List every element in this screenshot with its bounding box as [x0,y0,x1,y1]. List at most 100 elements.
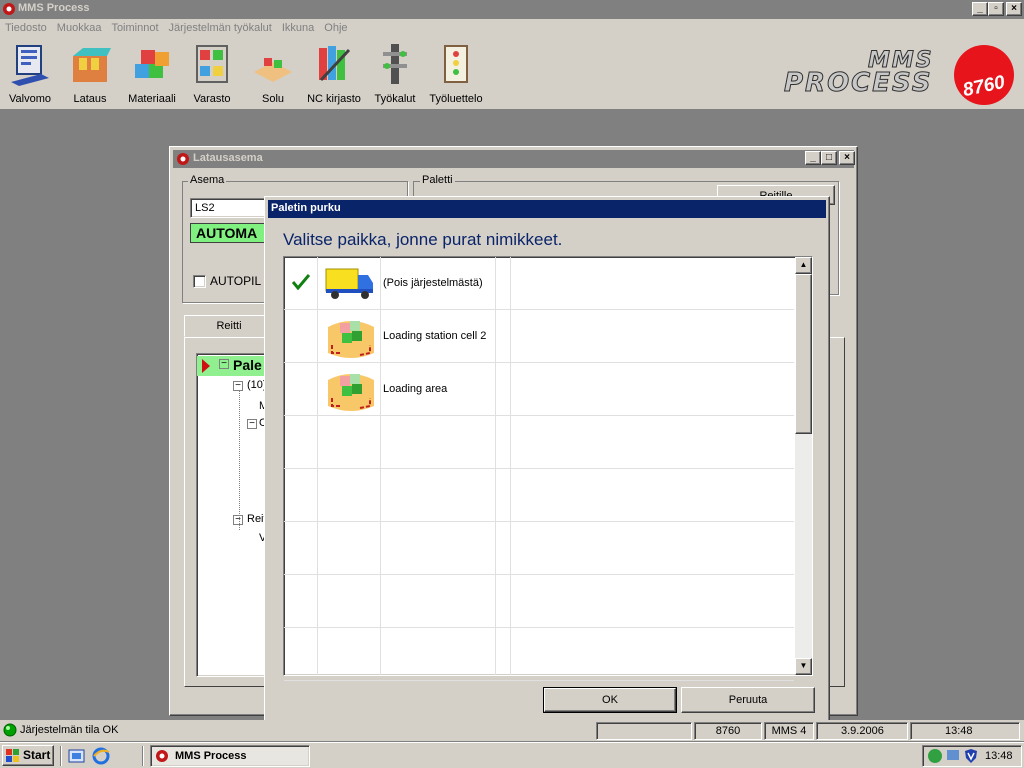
menu-toiminnot[interactable]: Toiminnot [106,19,163,37]
dialog-titlebar[interactable]: Paletin purku [268,200,826,218]
ok-button-frame[interactable]: OK [543,687,677,713]
list-item-empty[interactable] [284,522,794,575]
loading-area-icon [328,374,374,411]
tray-clock: 13:48 [985,750,1013,762]
shield-icon[interactable] [963,748,979,764]
toolbar-tyoluettelo-button[interactable]: Työluettelo [424,42,488,105]
destination-list[interactable]: (Pois järjestelmästä) Loading station ce… [283,256,813,681]
app-title: MMS Process [18,2,90,14]
menu-ikkuna[interactable]: Ikkuna [277,19,319,37]
list-item-label: Loading area [383,383,448,395]
list-item-empty[interactable] [284,628,794,681]
minimize-button[interactable]: _ [972,2,988,16]
toolbar-label: Valvomo [9,93,51,105]
nc-library-icon [319,46,351,82]
scroll-thumb[interactable] [795,274,812,434]
list-item-empty[interactable] [284,469,794,522]
status-bar: Järjestelmän tila OK 8760 MMS 4 3.9.2006… [0,720,1024,741]
app-icon [3,3,15,15]
company-logo: MMS PROCESS 8760 [782,44,1022,106]
latausasema-titlebar[interactable]: Latausasema _ □ × [173,150,855,168]
toolbar-label: Solu [261,93,285,105]
toolbar-label: Materiaali [128,93,176,105]
system-tray: 13:48 [922,745,1022,767]
toolbar-label: NC kirjasto [307,93,361,105]
status-code: 8760 [694,722,762,740]
list-item-empty[interactable] [284,575,794,628]
toolbar-lataus-button[interactable]: Lataus [58,42,122,105]
toolbar-solu-button[interactable]: Solu [241,42,305,105]
restore-button[interactable]: ▫ [988,2,1004,16]
latausasema-title: Latausasema [193,152,263,164]
toolbar-nc-kirjasto-button[interactable]: NC kirjasto [302,42,366,105]
toolbar-materiaali-button[interactable]: Materiaali [120,42,184,105]
tree-collapse-icon[interactable]: − [233,515,243,525]
tree-line [239,390,240,530]
mode-indicator: AUTOMA [190,223,268,243]
autopilot-label: AUTOPIL [210,274,262,288]
internet-explorer-icon[interactable] [92,747,110,765]
minimize-button[interactable]: _ [805,151,821,165]
worklist-icon [444,45,468,83]
route-tree[interactable]: − Pale − (10) M − O − Reit V [196,353,272,677]
main-toolbar: Valvomo Lataus Materiaali Varasto Solu N… [0,38,1024,110]
app-titlebar[interactable]: MMS Process _ ▫ × [0,0,1024,19]
close-button[interactable]: × [839,151,855,165]
menu-jarjestelman-tyokalut[interactable]: Järjestelmän työkalut [164,19,277,37]
paletti-label: Paletti [420,174,455,186]
list-item[interactable]: Loading station cell 2 [284,310,794,363]
storage-icon [196,45,228,83]
loading-area-icon [328,321,374,358]
status-time: 13:48 [910,722,1020,740]
maximize-button[interactable]: □ [821,151,837,165]
tab-reitti[interactable]: Reitti [184,315,274,337]
toolbar-tyokalut-button[interactable]: Työkalut [363,42,427,105]
scroll-down-button[interactable]: ▼ [795,658,812,675]
taskbar-task-mms-process[interactable]: MMS Process [150,745,310,767]
network-icon[interactable] [927,748,943,764]
status-cell-empty [596,722,692,740]
tree-item[interactable]: Pale [233,357,262,373]
tree-collapse-icon[interactable]: − [247,419,257,429]
checkmark-icon [292,274,310,290]
task-label: MMS Process [175,750,247,762]
show-desktop-icon[interactable] [68,747,86,765]
toolbar-varasto-button[interactable]: Varasto [180,42,244,105]
taskbar-separator [60,746,62,766]
status-text: Järjestelmän tila OK [20,724,119,736]
play-arrow-icon [202,359,210,373]
taskbar-separator [142,746,144,766]
scroll-up-button[interactable]: ▲ [795,257,812,274]
paletin-purku-dialog: Paletin purku Valitse paikka, jonne pura… [264,196,830,726]
taskbar: Start MMS Process 13:48 [0,742,1024,768]
app-icon [156,750,168,762]
ok-button[interactable]: OK [544,688,676,712]
loading-icon [73,48,111,82]
tree-collapse-icon[interactable]: − [233,381,243,391]
cancel-button[interactable]: Peruuta [681,687,815,713]
menu-tiedosto[interactable]: Tiedosto [0,19,52,37]
toolbar-valvomo-button[interactable]: Valvomo [0,42,62,105]
start-button[interactable]: Start [2,745,54,766]
dialog-heading: Valitse paikka, jonne purat nimikkeet. [283,230,563,249]
computer-icon[interactable] [945,748,961,764]
menu-muokkaa[interactable]: Muokkaa [52,19,107,37]
truck-icon [325,268,373,299]
tree-collapse-icon[interactable]: − [219,359,229,369]
dialog-title: Paletin purku [271,202,341,214]
asema-label: Asema [188,174,227,186]
vertical-scrollbar[interactable]: ▲ ▼ [795,257,812,675]
close-button[interactable]: × [1006,2,1022,16]
toolbar-label: Varasto [193,93,231,105]
list-item-empty[interactable] [284,416,794,469]
autopilot-checkbox[interactable] [193,275,206,288]
menu-bar: Tiedosto Muokkaa Toiminnot Järjestelmän työ… [0,19,1024,38]
start-label: Start [23,748,51,762]
status-date: 3.9.2006 [816,722,908,740]
list-item[interactable]: (Pois järjestelmästä) [284,257,794,310]
cell-icon [254,58,292,82]
menu-ohje[interactable]: Ohje [319,19,352,37]
list-item[interactable]: Loading area [284,363,794,416]
windows-logo-icon [6,749,19,762]
toolbar-label: Työluettelo [429,93,483,105]
